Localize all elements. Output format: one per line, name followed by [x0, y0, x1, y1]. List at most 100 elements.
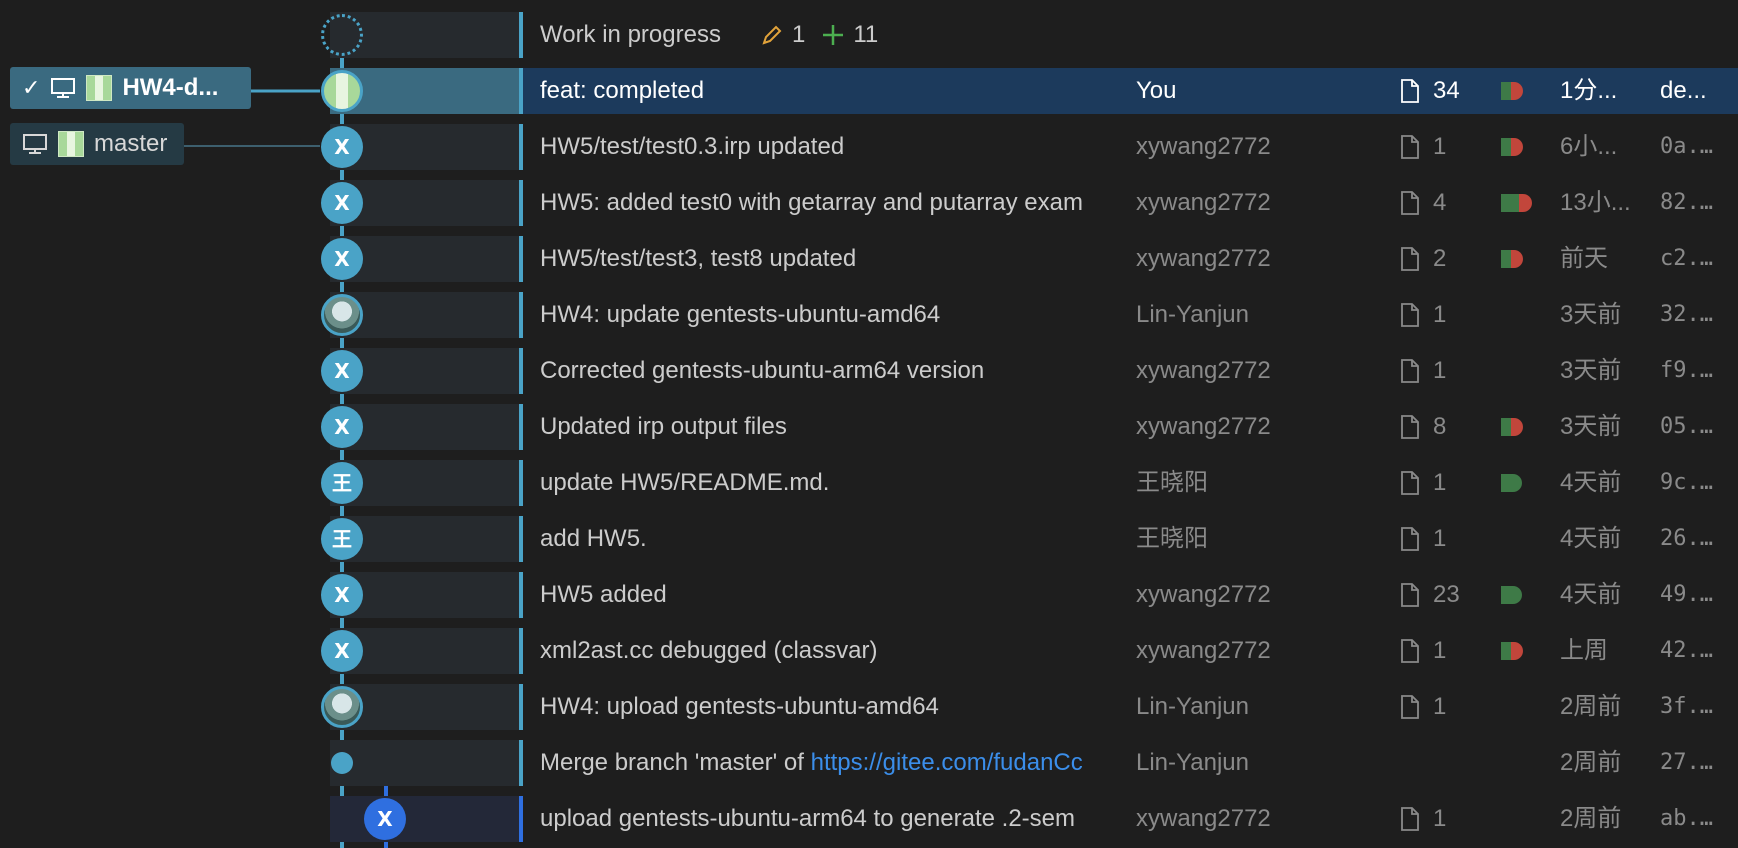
commit-row[interactable]: X HW5: added test0 with getarray and puta…: [0, 180, 1738, 236]
commit-date: 4天前: [1560, 581, 1622, 608]
commit-message: update HW5/README.md.: [540, 469, 830, 496]
lane-bar: [330, 796, 523, 842]
commit-date: 3天前: [1560, 301, 1622, 328]
files-changed-count: 1: [1433, 301, 1447, 328]
commit-row[interactable]: Xxml2ast.cc debugged (classvar) xywang277…: [0, 628, 1738, 684]
commit-sha: 82...: [1660, 190, 1720, 215]
commit-author: xywang2772: [1136, 245, 1271, 272]
commit-node[interactable]: X: [364, 798, 406, 840]
commit-message: HW4: update gentests-ubuntu-amd64: [540, 301, 941, 328]
commit-date: 6小...: [1560, 133, 1618, 160]
commit-node[interactable]: X: [321, 182, 363, 224]
commit-message: add HW5.: [540, 525, 647, 552]
commit-message: HW5: added test0 with getarray and putar…: [540, 189, 1083, 216]
files-changed-count: 1: [1433, 357, 1447, 384]
commit-link[interactable]: https://gitee.com/fudanCc: [811, 749, 1083, 776]
file-icon: [1401, 135, 1419, 159]
file-icon: [1401, 807, 1419, 831]
wip-label: Work in progress: [540, 21, 721, 48]
files-changed-count: 1: [1433, 133, 1447, 160]
file-icon: [1401, 415, 1419, 439]
commit-message: Corrected gentests-ubuntu-arm64 version: [540, 357, 985, 384]
commit-sha: f9...: [1660, 358, 1720, 383]
commit-date: 4天前: [1560, 525, 1622, 552]
commit-node[interactable]: 王: [321, 518, 363, 560]
commit-node[interactable]: X: [321, 238, 363, 280]
commit-sha: 05...: [1660, 414, 1720, 439]
commit-node[interactable]: X: [321, 630, 363, 672]
pencil-icon: [762, 25, 782, 45]
commit-sha: 3f...: [1660, 694, 1720, 719]
wip-row[interactable]: Work in progress 1 11: [0, 12, 1738, 68]
commit-author: xywang2772: [1136, 413, 1271, 440]
commit-row[interactable]: Xupload gentests-ubuntu-arm64 to generat…: [0, 796, 1738, 848]
commit-date: 1分...: [1560, 77, 1618, 104]
commit-row[interactable]: X HW5/test/test0.3.irp updated xywang2772 1…: [0, 124, 1738, 180]
files-changed-count: 1: [1433, 693, 1447, 720]
modified-count: 1: [792, 21, 806, 48]
commit-message: feat: completed: [540, 77, 705, 104]
commit-node[interactable]: X: [321, 126, 363, 168]
plus-icon: [823, 25, 844, 45]
commit-date: 2周前: [1560, 805, 1622, 832]
commit-node[interactable]: X: [321, 406, 363, 448]
commit-row[interactable]: X HW5 added xywang2772 23 4天前 49...: [0, 572, 1738, 628]
wip-node[interactable]: [321, 14, 363, 56]
commit-node[interactable]: 王: [321, 462, 363, 504]
commit-row[interactable]: X Corrected gentests-ubuntu-arm64 version…: [0, 348, 1738, 404]
avatar[interactable]: [321, 70, 363, 112]
commit-sha: ab...: [1660, 806, 1720, 831]
commit-author: Lin-Yanjun: [1136, 749, 1249, 776]
commit-message: upload gentests-ubuntu-arm64 to generate…: [540, 805, 1075, 832]
files-changed-count: 34: [1433, 77, 1460, 104]
diff-stat-bar: [1501, 82, 1523, 100]
avatar[interactable]: [321, 686, 363, 728]
commit-author: 王晓阳: [1136, 525, 1208, 552]
commit-row[interactable]: X HW5/test/test3, test8 updated xywang2772…: [0, 236, 1738, 292]
commit-sha: 27...: [1660, 750, 1720, 775]
files-changed-count: 1: [1433, 469, 1447, 496]
files-changed-count: 8: [1433, 413, 1447, 440]
file-icon: [1401, 79, 1419, 103]
diff-stat-bar: [1501, 586, 1522, 604]
file-icon: [1401, 247, 1419, 271]
commit-graph-view: ✓ HW4-d... master Work in progress 1 11 …: [0, 0, 1738, 848]
commit-sha: de...: [1660, 77, 1707, 104]
commit-sha: 32...: [1660, 302, 1720, 327]
files-changed-count: 1: [1433, 525, 1447, 552]
commit-node[interactable]: X: [321, 350, 363, 392]
commit-row[interactable]: feat: completed You 34 1分... de...: [0, 68, 1738, 124]
merge-node[interactable]: [331, 752, 353, 774]
commit-author: Lin-Yanjun: [1136, 301, 1249, 328]
avatar[interactable]: [321, 294, 363, 336]
commit-row[interactable]: HW4: upload gentests-ubuntu-amd64 Lin-Yan…: [0, 684, 1738, 740]
commit-message: Merge branch 'master' of https://gitee.c…: [540, 749, 1083, 776]
commit-row[interactable]: 王 add HW5. 王晓阳 1 4天前 26...: [0, 516, 1738, 572]
commit-author: xywang2772: [1136, 581, 1271, 608]
commit-author: xywang2772: [1136, 189, 1271, 216]
commit-author: xywang2772: [1136, 357, 1271, 384]
commit-date: 2周前: [1560, 749, 1622, 776]
commit-author: xywang2772: [1136, 637, 1271, 664]
diff-stat-bar: [1501, 418, 1523, 436]
file-icon: [1401, 471, 1419, 495]
commit-message: HW4: upload gentests-ubuntu-amd64: [540, 693, 939, 720]
commit-author: Lin-Yanjun: [1136, 693, 1249, 720]
files-changed-count: 23: [1433, 581, 1460, 608]
commit-row[interactable]: 王 update HW5/README.md. 王晓阳 1 4天前 9c...: [0, 460, 1738, 516]
files-changed-count: 1: [1433, 805, 1447, 832]
commit-date: 上周: [1560, 637, 1608, 664]
files-changed-count: 1: [1433, 637, 1447, 664]
commit-node[interactable]: X: [321, 574, 363, 616]
diff-stat-bar: [1501, 138, 1523, 156]
commit-sha: 49...: [1660, 582, 1720, 607]
diff-stat-bar: [1501, 194, 1532, 212]
diff-stat-bar: [1501, 250, 1523, 268]
lane-bar: [330, 740, 523, 786]
commit-date: 前天: [1560, 245, 1608, 272]
commit-author: 王晓阳: [1136, 469, 1208, 496]
commit-row[interactable]: HW4: update gentests-ubuntu-amd64 Lin-Yan…: [0, 292, 1738, 348]
commit-row[interactable]: X Updated irp output files xywang2772 8 3天前 0…: [0, 404, 1738, 460]
commit-row[interactable]: Merge branch 'master' of https://gitee.c…: [0, 740, 1738, 796]
commit-sha: 26...: [1660, 526, 1720, 551]
